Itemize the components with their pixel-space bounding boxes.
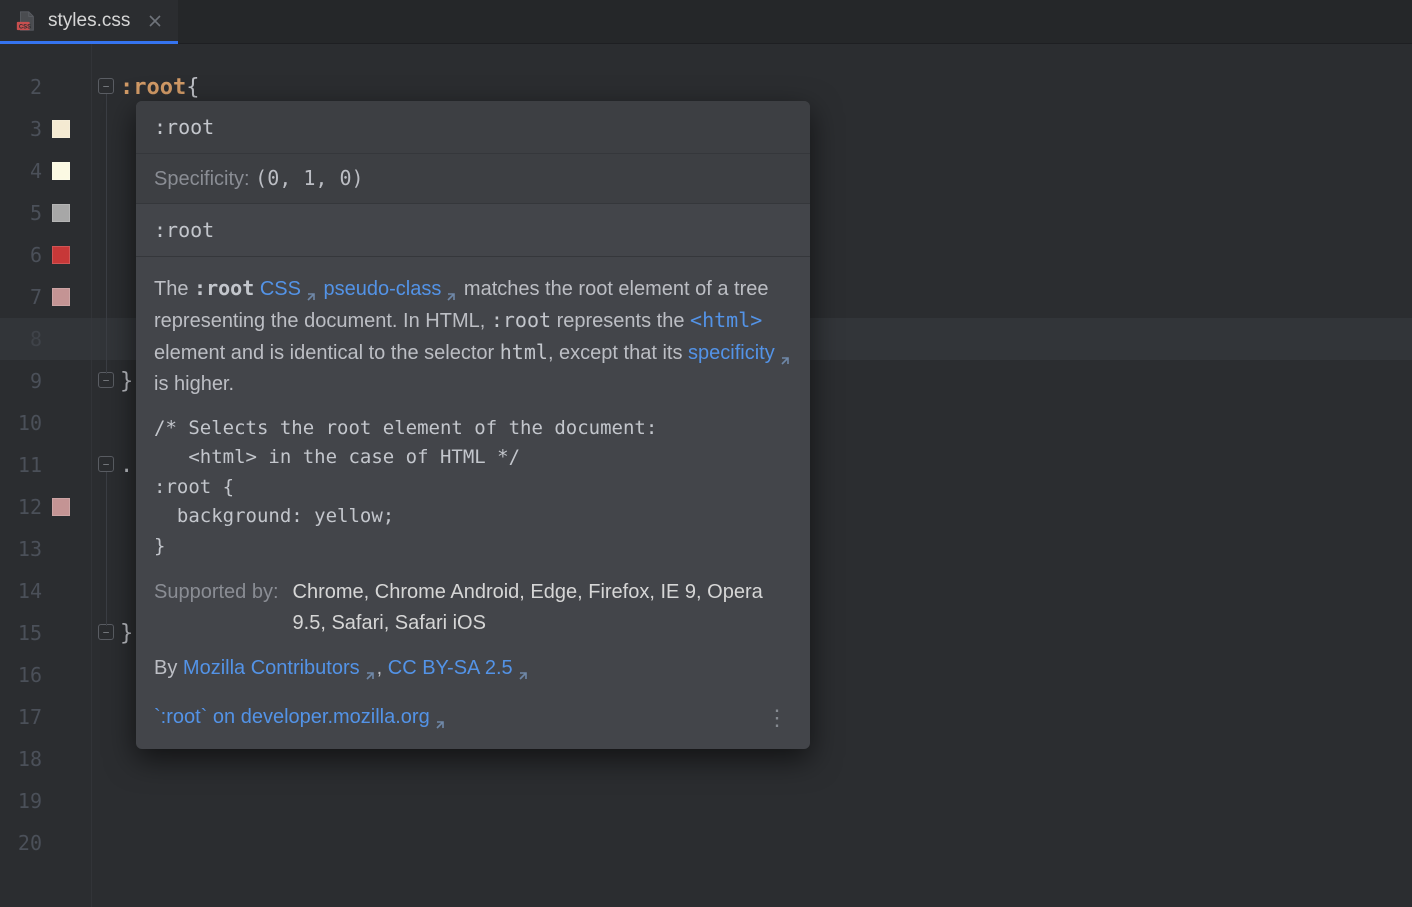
byline: By Mozilla Contributors, CC BY-SA 2.5	[154, 653, 792, 684]
line-number: 16	[10, 663, 42, 687]
specificity-value: (0, 1, 0)	[255, 166, 363, 190]
code-token-brace: }	[120, 369, 133, 394]
line-number: 20	[10, 831, 42, 855]
pseudo-class-link[interactable]: pseudo-class	[324, 278, 459, 300]
color-swatch[interactable]	[52, 120, 70, 138]
more-menu-icon[interactable]: ⋮	[766, 707, 792, 729]
color-swatch[interactable]	[52, 246, 70, 264]
popup-selector-title: :root	[136, 101, 810, 154]
line-number: 2	[10, 75, 42, 99]
fold-handle[interactable]: −	[98, 372, 114, 388]
external-link-icon	[778, 347, 792, 361]
external-link-icon	[444, 283, 458, 297]
popup-description: The :root CSS pseudo-class matches the r…	[154, 273, 792, 400]
line-number: 4	[10, 159, 42, 183]
color-swatch[interactable]	[52, 498, 70, 516]
tab-filename: styles.css	[48, 10, 130, 32]
svg-text:CSS: CSS	[19, 24, 31, 30]
popup-code-example: /* Selects the root element of the docum…	[154, 414, 792, 561]
css-file-icon: CSS	[14, 9, 38, 33]
external-link-icon	[433, 711, 447, 725]
tab-bar: CSS styles.css	[0, 0, 1412, 44]
line-number: 10	[10, 411, 42, 435]
line-number: 6	[10, 243, 42, 267]
line-number: 19	[10, 789, 42, 813]
specificity-label: Specificity:	[154, 168, 250, 190]
css-link[interactable]: CSS	[260, 278, 318, 300]
code-token-brace: {	[186, 75, 199, 100]
code-token-brace: }	[120, 621, 133, 646]
fold-handle[interactable]: −	[98, 78, 114, 94]
supported-row: Supported by: Chrome, Chrome Android, Ed…	[154, 577, 792, 639]
code-token-selector: :root	[120, 75, 186, 100]
color-swatch[interactable]	[52, 288, 70, 306]
fold-handle[interactable]: −	[98, 624, 114, 640]
supported-label: Supported by:	[154, 577, 279, 608]
gutter: 2 3 4 5 6 7 8 9 10 11 12 13 14 15 16 17 …	[0, 44, 92, 907]
supported-list: Chrome, Chrome Android, Edge, Firefox, I…	[293, 577, 792, 639]
external-link-icon	[363, 662, 377, 676]
line-number: 15	[10, 621, 42, 645]
popup-heading: :root	[136, 204, 810, 257]
popup-body: The :root CSS pseudo-class matches the r…	[136, 257, 810, 749]
line-number: 5	[10, 201, 42, 225]
mdn-doc-link[interactable]: `:root` on developer.mozilla.org	[154, 702, 447, 733]
line-number: 11	[10, 453, 42, 477]
html-element-link[interactable]: <html>	[690, 308, 762, 332]
line-number: 12	[10, 495, 42, 519]
line-number: 18	[10, 747, 42, 771]
color-swatch[interactable]	[52, 162, 70, 180]
specificity-link[interactable]: specificity	[688, 342, 792, 364]
external-link-icon	[304, 283, 318, 297]
license-link[interactable]: CC BY-SA 2.5	[388, 657, 530, 679]
line-number: 7	[10, 285, 42, 309]
tab-styles-css[interactable]: CSS styles.css	[0, 0, 178, 44]
doc-link-row: `:root` on developer.mozilla.org ⋮	[154, 698, 792, 739]
line-number: 3	[10, 117, 42, 141]
line-number: 9	[10, 369, 42, 393]
line-number: 14	[10, 579, 42, 603]
fold-handle[interactable]: −	[98, 456, 114, 472]
color-swatch[interactable]	[52, 204, 70, 222]
code-token-dot: .	[120, 453, 133, 478]
documentation-popup: :root Specificity: (0, 1, 0) :root The :…	[136, 101, 810, 749]
popup-specificity-row: Specificity: (0, 1, 0)	[136, 154, 810, 204]
external-link-icon	[516, 662, 530, 676]
line-number: 17	[10, 705, 42, 729]
fold-column: − − − −	[92, 44, 120, 907]
mozilla-contributors-link[interactable]: Mozilla Contributors	[183, 657, 377, 679]
close-icon[interactable]	[146, 12, 164, 30]
line-number: 13	[10, 537, 42, 561]
